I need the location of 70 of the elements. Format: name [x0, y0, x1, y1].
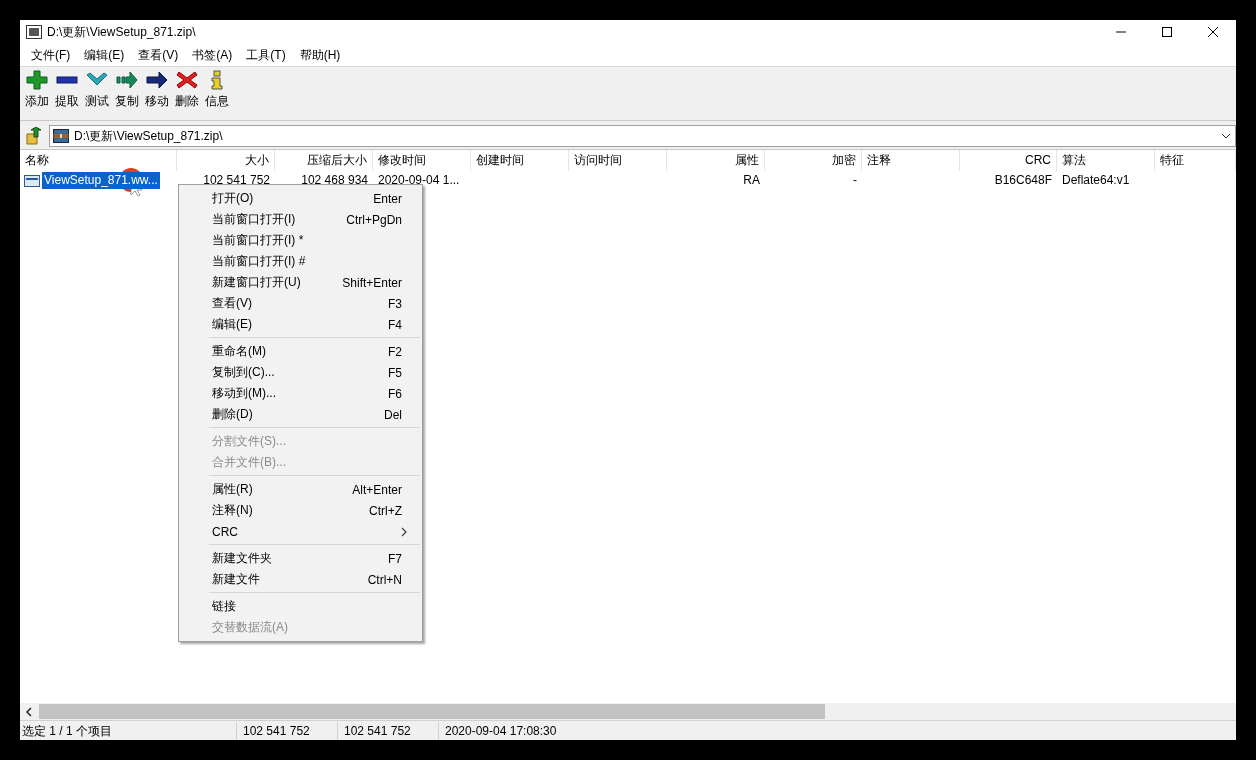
menu-item[interactable]: CRC	[179, 521, 422, 542]
table-cell-text: B16C648F	[993, 172, 1053, 189]
arrow-right-icon	[116, 70, 138, 90]
toolbar-button[interactable]: 删除	[172, 70, 202, 110]
menu-item[interactable]: 新建窗口打开(U) Shift+Enter	[179, 272, 422, 293]
dropdown-icon[interactable]	[1220, 131, 1232, 141]
menu-item[interactable]: 当前窗口打开(I) #	[179, 251, 422, 272]
menu-item[interactable]: 属性(R) Alt+Enter	[179, 479, 422, 500]
app-icon	[26, 25, 42, 39]
file-name[interactable]: ViewSetup_871.ww...	[42, 172, 160, 189]
menu-item[interactable]: 帮助(H)	[292, 46, 348, 64]
close-icon	[1208, 27, 1218, 37]
toolbar-button[interactable]: 提取	[52, 70, 82, 110]
window-title: D:\更新\ViewSetup_871.zip\	[47, 23, 196, 41]
menu-item[interactable]: 查看(V)	[131, 46, 186, 64]
column-header[interactable]: 注释	[862, 150, 960, 171]
cross-icon	[176, 70, 198, 90]
menu-item[interactable]: 复制到(C)... F5	[179, 362, 422, 383]
status-text: 2020-09-04 17:08:30	[444, 722, 558, 740]
column-header[interactable]: 修改时间	[373, 150, 471, 171]
menu-item[interactable]: 文件(F)	[24, 46, 78, 64]
status-text: 102 541 752	[338, 721, 439, 740]
address-path: D:\更新\ViewSetup_871.zip\	[74, 127, 224, 145]
menu-item[interactable]: 编辑(E)	[77, 46, 132, 64]
column-header[interactable]: 创建时间	[471, 150, 569, 171]
column-header[interactable]: 压缩后大小	[275, 150, 373, 171]
arrow-right-icon	[146, 70, 168, 90]
address-field[interactable]: D:\更新\ViewSetup_871.zip\	[49, 125, 1236, 147]
scrollbar-thumb[interactable]	[39, 704, 825, 719]
toolbar-button[interactable]: 测试	[82, 70, 112, 110]
table-cell-text: 2020-09-04 1...	[377, 172, 461, 189]
table-cell-text: Deflate64:v1	[1061, 172, 1131, 189]
menu-item[interactable]: 当前窗口打开(I) *	[179, 230, 422, 251]
archive-icon	[53, 129, 69, 143]
folder-up-icon[interactable]	[25, 127, 43, 145]
maximize-icon	[1162, 27, 1172, 37]
menu-item[interactable]: 新建文件夹 F7	[179, 548, 422, 569]
toolbar-button[interactable]: 复制	[112, 70, 142, 110]
toolbar-button[interactable]: 信息	[202, 70, 232, 110]
menu-item[interactable]: 重命名(M) F2	[179, 341, 422, 362]
table-cell-text: 102 468 934	[300, 172, 369, 189]
menu-item[interactable]: 新建文件 Ctrl+N	[179, 569, 422, 590]
menu-item[interactable]: 当前窗口打开(I) Ctrl+PgDn	[179, 209, 422, 230]
menu-item[interactable]: 删除(D) Del	[179, 404, 422, 425]
column-header[interactable]: 特征	[1155, 150, 1236, 171]
column-header[interactable]: 算法	[1057, 150, 1155, 171]
menu-item[interactable]: 注释(N) Ctrl+Z	[179, 500, 422, 521]
column-header[interactable]: CRC	[960, 150, 1057, 171]
plus-icon	[26, 70, 48, 90]
table-cell-text: RA	[742, 172, 761, 189]
table-cell-text: 102 541 752	[202, 172, 271, 189]
menu-item[interactable]: 查看(V) F3	[179, 293, 422, 314]
column-header[interactable]: 名称	[20, 150, 177, 171]
status-text: 选定 1 / 1 个项目	[20, 721, 237, 740]
menu-item[interactable]: 移动到(M)... F6	[179, 383, 422, 404]
toolbar-button[interactable]: 移动	[142, 70, 172, 110]
menu-item[interactable]: 编辑(E) F4	[179, 314, 422, 335]
menu-item[interactable]: 打开(O) Enter	[179, 188, 422, 209]
column-header[interactable]: 访问时间	[569, 150, 667, 171]
menu-item[interactable]: 工具(T)	[239, 46, 293, 64]
column-header[interactable]: 属性	[667, 150, 765, 171]
scroll-left-icon[interactable]	[24, 706, 33, 717]
table-cell-text: -	[852, 172, 858, 189]
column-header[interactable]: 大小	[177, 150, 275, 171]
menu-item[interactable]: 书签(A)	[185, 46, 240, 64]
menu-item[interactable]: 链接	[179, 596, 422, 617]
file-icon	[24, 174, 40, 187]
column-header[interactable]: 加密	[765, 150, 862, 171]
toolbar-button[interactable]: 添加	[22, 70, 52, 110]
status-text: 102 541 752	[237, 721, 338, 740]
